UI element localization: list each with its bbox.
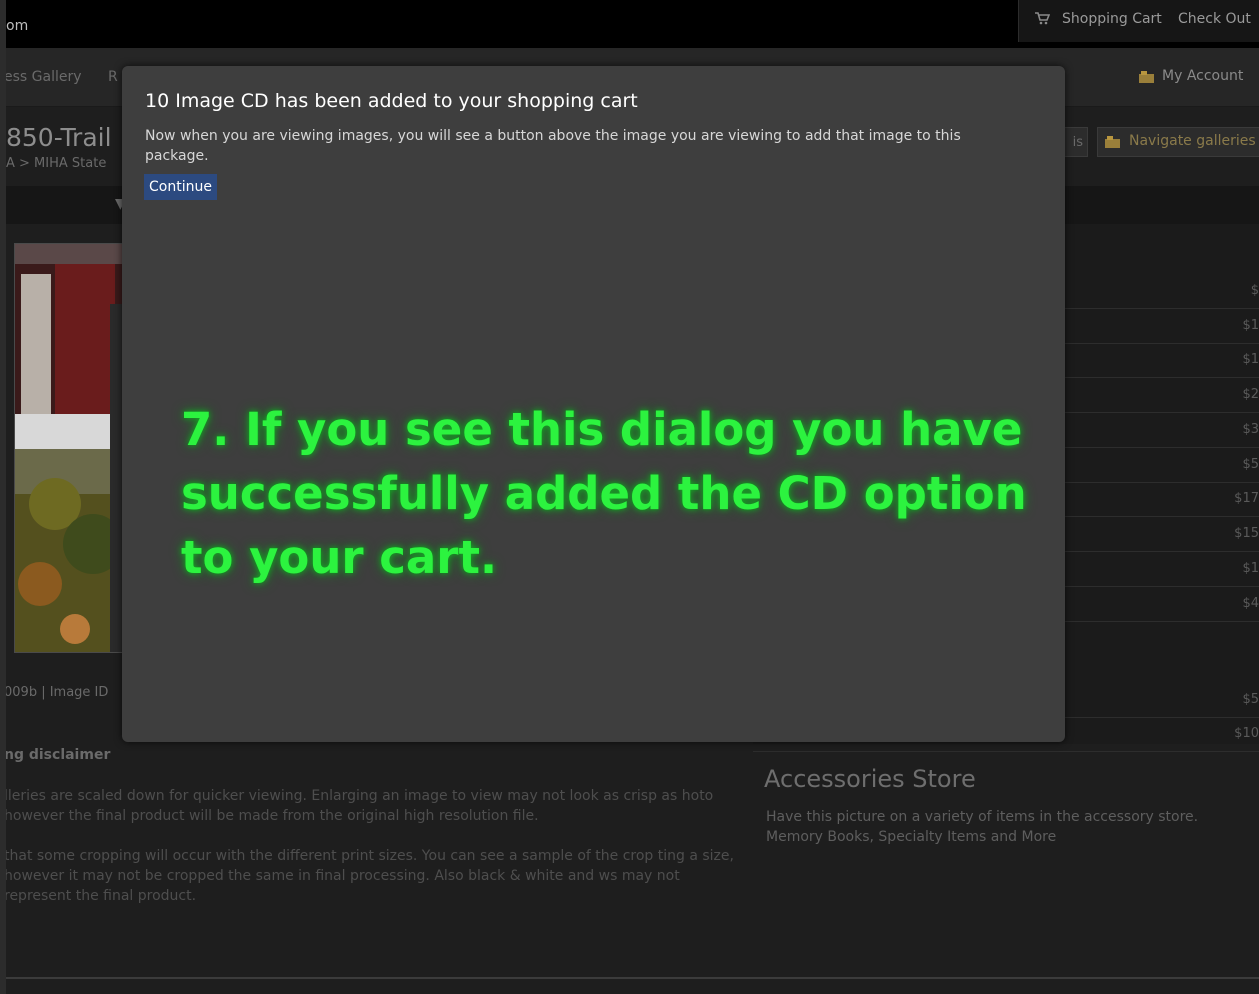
- accessories-line-1: Have this picture on a variety of items …: [766, 809, 1199, 825]
- price-value: $1: [1242, 561, 1259, 576]
- footer-divider: [4, 977, 1259, 979]
- nav-item-gallery[interactable]: ess Gallery: [4, 69, 82, 85]
- price-value: $17: [1234, 491, 1259, 506]
- dialog-title: 10 Image CD has been added to your shopp…: [145, 90, 638, 112]
- price-value: $5: [1242, 692, 1259, 707]
- disclaimer-paragraph-1: lleries are scaled down for quicker view…: [4, 788, 714, 824]
- gallery-photo[interactable]: [14, 243, 128, 653]
- page-edge: [0, 0, 6, 994]
- gallery-button-is[interactable]: is: [1062, 127, 1088, 157]
- my-account-link[interactable]: My Account: [1162, 68, 1243, 84]
- accessories-description: Have this picture on a variety of items …: [766, 807, 1246, 847]
- accessories-title[interactable]: Accessories Store: [764, 765, 976, 793]
- shopping-cart-link[interactable]: Shopping Cart: [1062, 11, 1162, 27]
- gallery-title: 850-Trail: [6, 123, 112, 152]
- account-icon[interactable]: [1138, 70, 1155, 84]
- price-value: $4: [1242, 596, 1259, 611]
- dialog-message: Now when you are viewing images, you wil…: [145, 128, 961, 164]
- disclaimer-paragraph-2: that some cropping will occur with the d…: [4, 848, 734, 904]
- price-value: $1: [1242, 352, 1259, 367]
- price-value: $5: [1242, 457, 1259, 472]
- tutorial-annotation: 7. If you see this dialog you have succe…: [181, 403, 1027, 584]
- price-value: $3: [1242, 422, 1259, 437]
- cart-icon[interactable]: [1034, 11, 1050, 25]
- price-value: $2: [1242, 387, 1259, 402]
- nav-item-r[interactable]: R: [108, 69, 118, 85]
- photo-caption: 009b | Image ID: [4, 685, 109, 700]
- accessories-line-2: Memory Books, Specialty Items and More: [766, 829, 1057, 845]
- price-value: $1: [1242, 318, 1259, 333]
- disclaimer-title: ng disclaimer: [4, 747, 111, 763]
- price-value: $: [1250, 283, 1259, 298]
- navigate-galleries-label: Navigate galleries: [1129, 133, 1256, 149]
- folder-icon: [1105, 136, 1120, 148]
- check-out-link[interactable]: Check Out: [1178, 11, 1251, 27]
- breadcrumb[interactable]: A > MIHA State: [6, 156, 106, 171]
- continue-button[interactable]: Continue: [144, 174, 217, 200]
- site-brand[interactable]: om: [6, 18, 28, 34]
- price-value: $10: [1234, 726, 1259, 741]
- price-value: $15: [1234, 526, 1259, 541]
